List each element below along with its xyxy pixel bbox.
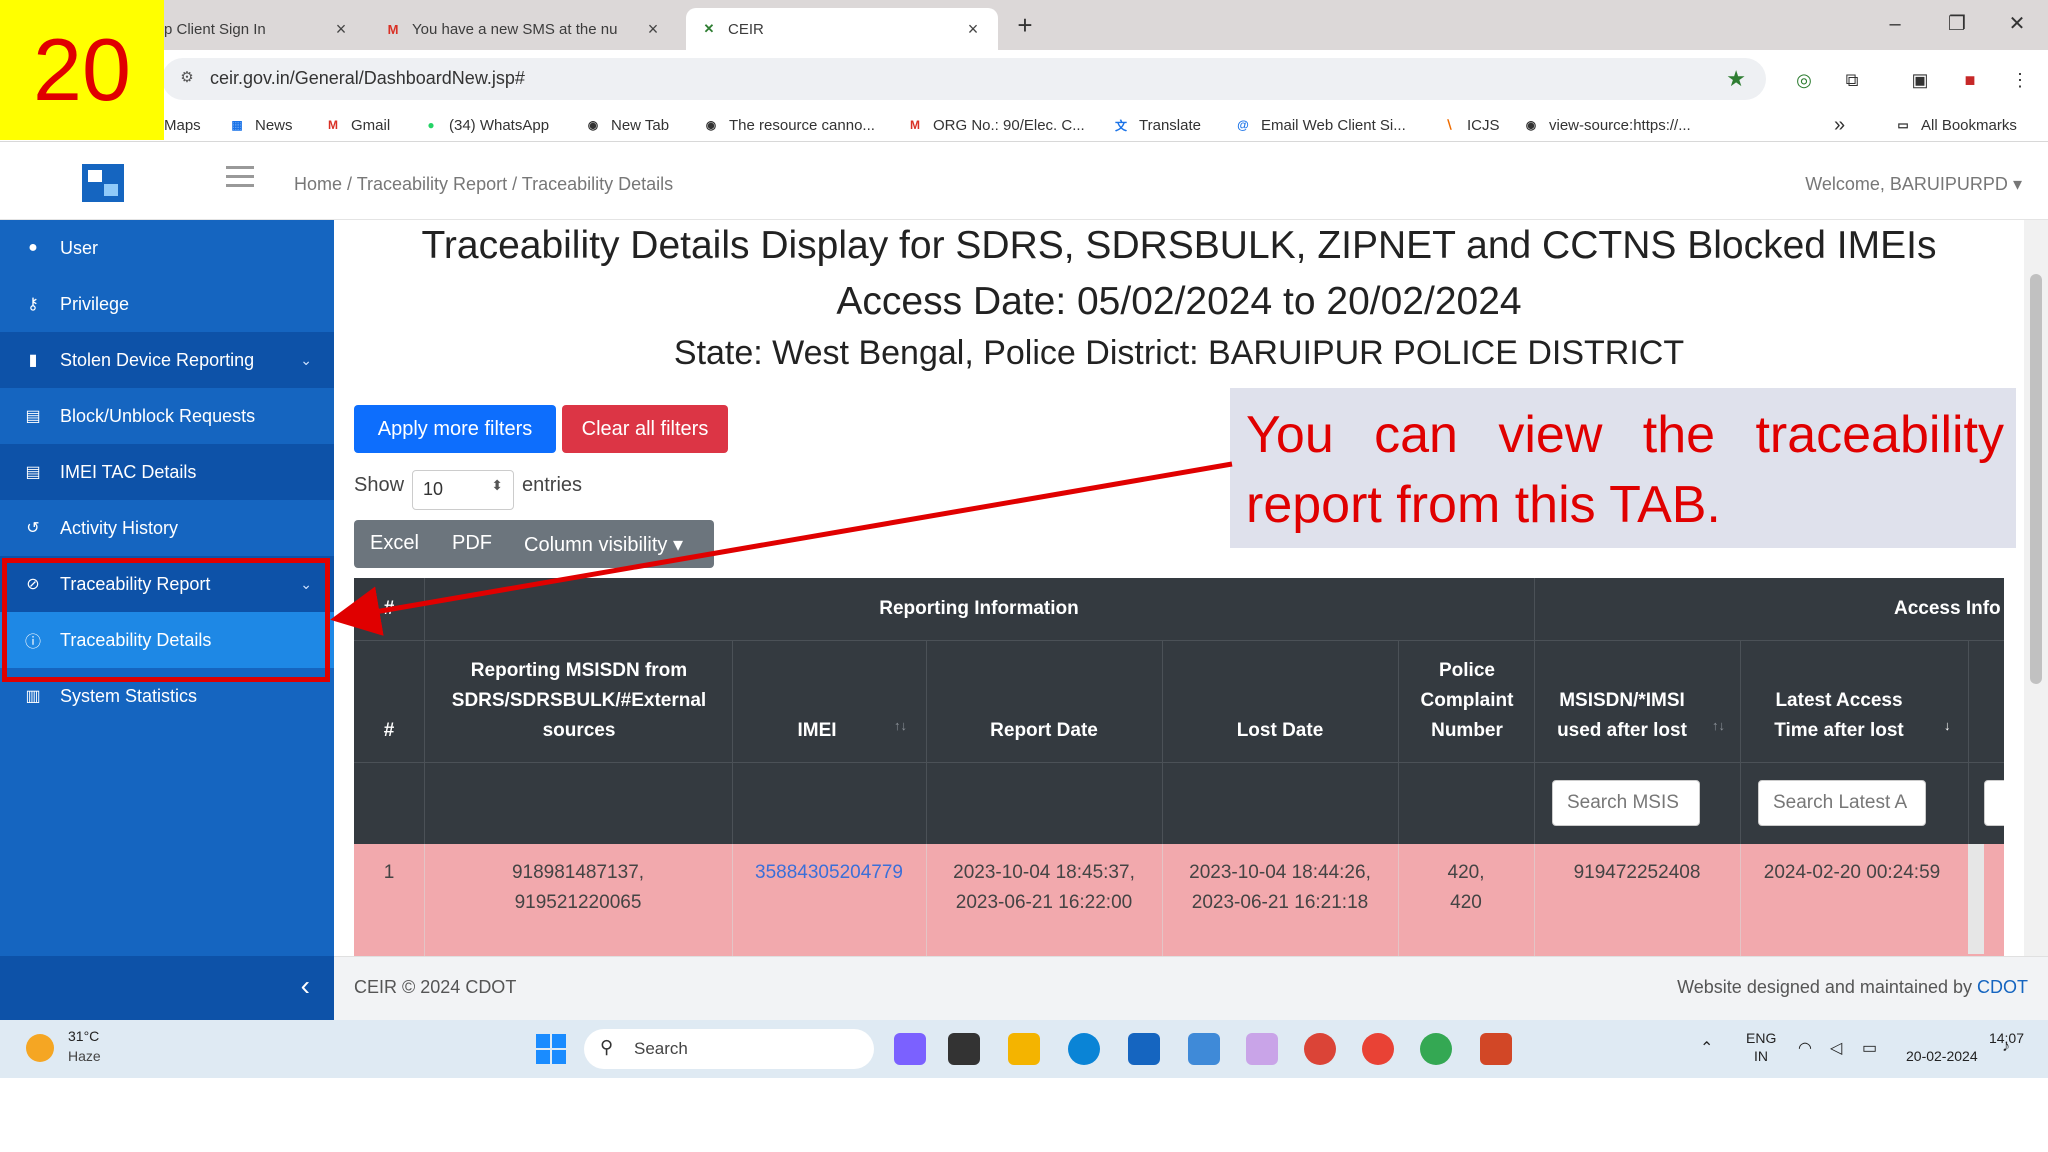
battery-icon[interactable]: ▭	[1862, 1038, 1877, 1058]
taskbar-search-label: Search	[634, 1039, 688, 1058]
task-view-icon[interactable]	[948, 1033, 980, 1065]
notepad-icon[interactable]	[1188, 1033, 1220, 1065]
blank-margin	[0, 1078, 2048, 1152]
weather-icon[interactable]	[26, 1034, 54, 1062]
app-footer: CEIR © 2024 CDOT Website designed and ma…	[334, 956, 2048, 1020]
weather-temperature[interactable]: 31°C	[68, 1028, 99, 1044]
chevron-up-icon[interactable]: ⌃	[1700, 1038, 1713, 1058]
windows-taskbar: 31°C Haze ⚲ Search ⌃ ENG IN ◠ ◁ ▭ 14:07 …	[0, 1020, 2048, 1078]
wifi-icon[interactable]: ◠	[1798, 1038, 1812, 1058]
cdot-link[interactable]: CDOT	[1977, 977, 2028, 997]
volume-icon[interactable]: ◁	[1830, 1038, 1842, 1058]
chrome-profile-icon[interactable]	[1362, 1033, 1394, 1065]
store-icon[interactable]	[1128, 1033, 1160, 1065]
edge-icon[interactable]	[1068, 1033, 1100, 1065]
arrow-line	[330, 461, 1233, 636]
weather-description[interactable]: Haze	[68, 1048, 101, 1064]
clock-date[interactable]: 20-02-2024	[1906, 1048, 1978, 1064]
language-indicator[interactable]: ENG	[1746, 1030, 1776, 1046]
footer-credit: Website designed and maintained by CDOT	[1677, 977, 2028, 998]
language-region[interactable]: IN	[1754, 1048, 1768, 1064]
chrome-icon[interactable]	[1304, 1033, 1336, 1065]
windows-start-icon[interactable]	[536, 1034, 566, 1064]
chrome-profile-icon[interactable]	[1420, 1033, 1452, 1065]
copilot-icon[interactable]	[894, 1033, 926, 1065]
footer-credit-text: Website designed and maintained by	[1677, 977, 1977, 997]
snipping-tool-icon[interactable]	[1246, 1033, 1278, 1065]
powerpoint-icon[interactable]	[1480, 1033, 1512, 1065]
clock-time[interactable]: 14:07	[1954, 1030, 2024, 1046]
file-explorer-icon[interactable]	[1008, 1033, 1040, 1065]
notification-bell-icon[interactable]: ♪	[2002, 1038, 2010, 1056]
taskbar-search[interactable]: ⚲ Search	[584, 1029, 874, 1069]
search-icon: ⚲	[600, 1037, 614, 1057]
footer-copyright: CEIR © 2024 CDOT	[354, 977, 517, 997]
